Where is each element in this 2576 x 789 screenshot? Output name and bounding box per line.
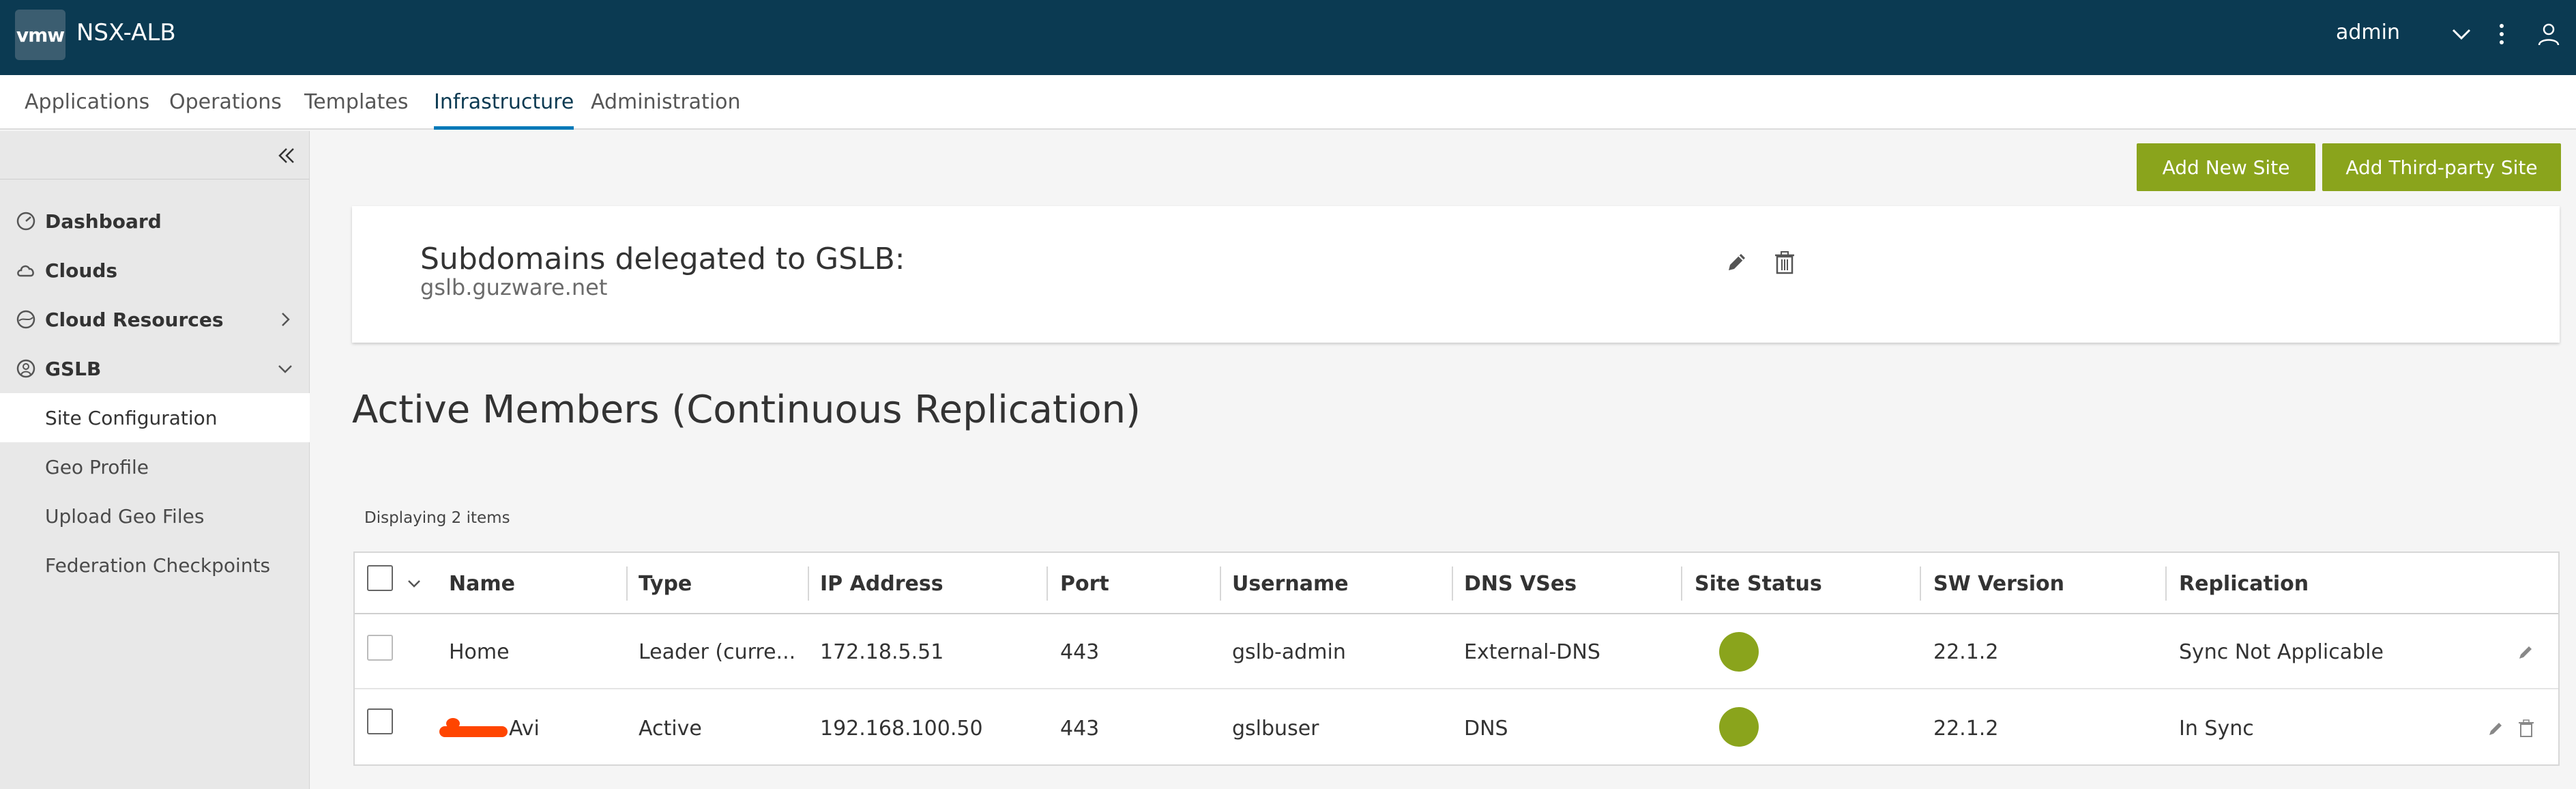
add-new-site-button[interactable]: Add New Site [2137, 143, 2315, 191]
chevron-down-icon[interactable] [2448, 20, 2475, 48]
column-separator[interactable] [626, 566, 628, 601]
cell-type: Leader (curre... [639, 640, 795, 664]
cell-sw-version: 22.1.2 [1933, 716, 1999, 741]
tab-applications[interactable]: Applications [25, 90, 149, 130]
app-title: NSX-ALB [76, 19, 176, 46]
top-header: vmw NSX-ALB admin [0, 0, 2576, 75]
sidebar-subitem-federation-checkpoints[interactable]: Federation Checkpoints [0, 541, 310, 590]
cell-ip-address: 172.18.5.51 [820, 640, 944, 664]
subdomains-card: Subdomains delegated to GSLB: gslb.guzwa… [352, 206, 2560, 343]
edit-pencil-icon[interactable] [2516, 642, 2536, 662]
subdomains-title: Subdomains delegated to GSLB: [420, 242, 905, 276]
cell-replication: In Sync [2179, 716, 2254, 741]
user-icon[interactable] [2535, 20, 2562, 48]
column-separator[interactable] [1220, 566, 1221, 601]
table-header: Name Type IP Address Port Username DNS V… [355, 553, 2558, 614]
column-separator[interactable] [1681, 566, 1682, 601]
row-checkbox [367, 635, 393, 661]
cloud-icon [17, 265, 34, 277]
cell-ip-address: 192.168.100.50 [820, 716, 983, 741]
column-header-dns-vses[interactable]: DNS VSes [1464, 553, 1577, 614]
column-separator[interactable] [1046, 566, 1048, 601]
redaction-mark [439, 718, 508, 737]
collapse-sidebar-icon[interactable] [276, 145, 297, 167]
site-status-up-indicator [1719, 632, 1759, 672]
sidebar-divider [0, 179, 310, 180]
sidebar-item-gslb[interactable]: GSLB [0, 344, 310, 393]
sidebar-item-label: Clouds [45, 259, 118, 282]
cell-dns-vses: DNS [1464, 716, 1508, 741]
sidebar-item-label: GSLB [45, 357, 102, 380]
column-separator[interactable] [2165, 566, 2167, 601]
table-row[interactable]: Home Leader (curre... 172.18.5.51 443 gs… [355, 614, 2558, 689]
cell-port: 443 [1060, 716, 1100, 741]
sidebar-subitem-upload-geo-files[interactable]: Upload Geo Files [0, 491, 310, 541]
display-count: Displaying 2 items [364, 509, 510, 527]
sidebar-subitem-label: Site Configuration [45, 407, 218, 429]
select-all-checkbox[interactable] [367, 565, 393, 591]
sidebar-item-cloud-resources[interactable]: Cloud Resources [0, 295, 310, 344]
cell-sw-version: 22.1.2 [1933, 640, 1999, 664]
column-header-type[interactable]: Type [639, 553, 692, 614]
cell-replication: Sync Not Applicable [2179, 640, 2384, 664]
sidebar-subitem-site-configuration[interactable]: Site Configuration [0, 393, 310, 442]
add-third-party-site-button[interactable]: Add Third-party Site [2322, 143, 2561, 191]
cell-port: 443 [1060, 640, 1100, 664]
more-vertical-icon[interactable] [2491, 20, 2512, 48]
sidebar: Dashboard Clouds Cloud Resources GSLB Si… [0, 131, 310, 789]
dashboard-icon [16, 212, 35, 231]
tab-templates[interactable]: Templates [304, 90, 409, 130]
column-header-replication[interactable]: Replication [2179, 553, 2309, 614]
column-header-username[interactable]: Username [1232, 553, 1349, 614]
subdomains-value: gslb.guzware.net [420, 274, 608, 300]
cell-type: Active [639, 716, 702, 741]
sidebar-item-label: Cloud Resources [45, 308, 224, 331]
cell-dns-vses: External-DNS [1464, 640, 1600, 664]
edit-pencil-icon[interactable] [2486, 718, 2506, 738]
site-status-up-indicator [1719, 707, 1759, 747]
tab-operations[interactable]: Operations [169, 90, 282, 130]
tab-infrastructure[interactable]: Infrastructure [434, 90, 574, 130]
chevron-down-icon[interactable] [404, 573, 424, 594]
cell-name: Home [449, 640, 510, 664]
column-header-ip-address[interactable]: IP Address [820, 553, 943, 614]
sidebar-item-dashboard[interactable]: Dashboard [0, 197, 310, 246]
user-menu-name[interactable]: admin [2336, 20, 2400, 44]
column-header-port[interactable]: Port [1060, 553, 1109, 614]
sidebar-item-clouds[interactable]: Clouds [0, 246, 310, 295]
delete-trash-icon[interactable] [2516, 718, 2536, 738]
main-nav: Applications Operations Templates Infras… [0, 75, 2576, 130]
tab-administration[interactable]: Administration [591, 90, 741, 130]
column-separator[interactable] [808, 566, 809, 601]
vmware-logo: vmw [15, 10, 65, 60]
sidebar-subitem-label: Geo Profile [45, 456, 149, 478]
members-table: Name Type IP Address Port Username DNS V… [353, 551, 2560, 766]
column-header-name[interactable]: Name [449, 553, 515, 614]
row-checkbox[interactable] [367, 708, 393, 734]
edit-pencil-icon[interactable] [1723, 248, 1751, 276]
delete-trash-icon[interactable] [1771, 248, 1798, 276]
cell-name: Avi [509, 716, 540, 741]
cloud-resources-icon [16, 310, 35, 329]
sidebar-subitem-label: Federation Checkpoints [45, 554, 271, 577]
column-separator[interactable] [1452, 566, 1453, 601]
column-header-sw-version[interactable]: SW Version [1933, 553, 2064, 614]
sidebar-subitem-label: Upload Geo Files [45, 505, 205, 528]
chevron-down-icon[interactable] [276, 359, 295, 378]
active-members-title: Active Members (Continuous Replication) [352, 388, 1141, 432]
table-row[interactable]: Avi Active 192.168.100.50 443 gslbuser D… [355, 691, 2558, 766]
column-header-site-status[interactable]: Site Status [1695, 553, 1822, 614]
sidebar-item-label: Dashboard [45, 210, 162, 233]
sidebar-subitem-geo-profile[interactable]: Geo Profile [0, 442, 310, 491]
cell-username: gslb-admin [1232, 640, 1346, 664]
column-separator[interactable] [1920, 566, 1921, 601]
chevron-right-icon[interactable] [276, 310, 295, 329]
cell-username: gslbuser [1232, 716, 1319, 741]
gslb-icon [16, 359, 35, 378]
